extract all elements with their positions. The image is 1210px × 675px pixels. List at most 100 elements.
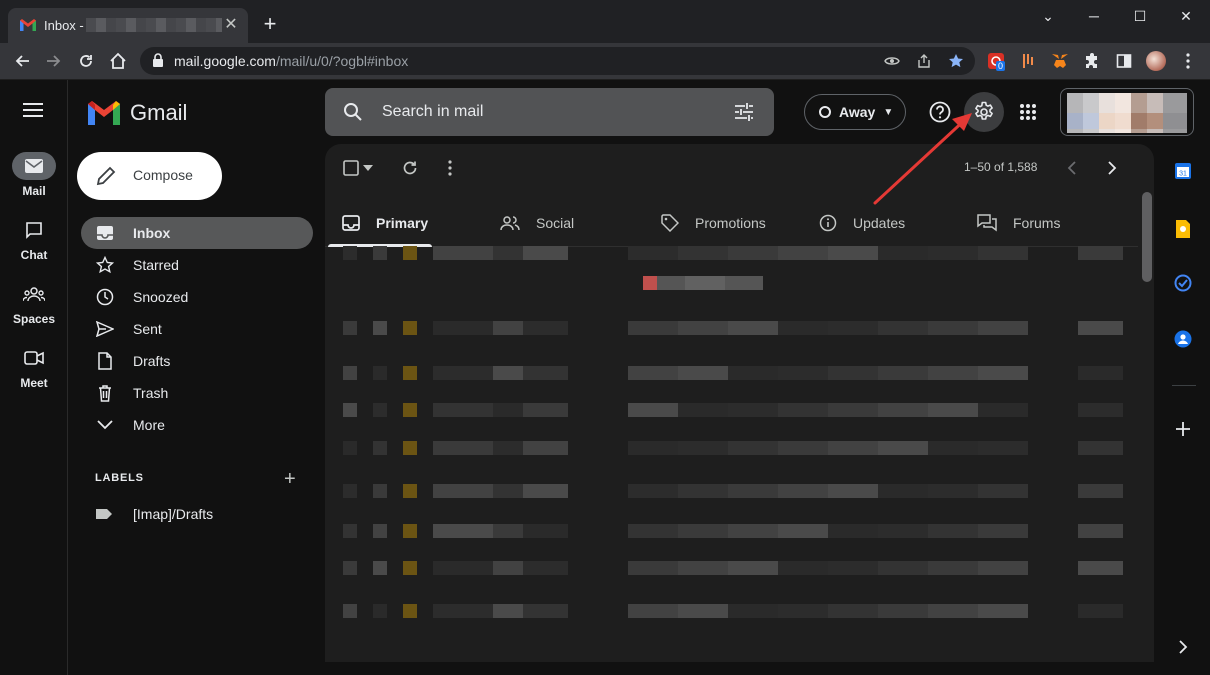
address-bar[interactable]: mail.google.com/mail/u/0/?ogbl#inbox	[140, 47, 975, 75]
metamask-fox-icon[interactable]	[1050, 51, 1070, 71]
redacted-block	[373, 403, 387, 417]
tab-search-icon[interactable]: ⌄	[1026, 6, 1070, 26]
table-row[interactable]	[325, 516, 1138, 546]
email-list-scrollbar[interactable]	[1142, 192, 1152, 662]
search-options-icon[interactable]	[733, 101, 755, 123]
scrollbar-thumb[interactable]	[1142, 192, 1152, 282]
status-dropdown[interactable]: Away ▼	[804, 94, 906, 130]
table-row[interactable]	[325, 313, 1138, 343]
table-row[interactable]	[325, 395, 1138, 425]
select-all-checkbox[interactable]	[341, 158, 361, 178]
contacts-icon[interactable]	[1172, 328, 1194, 350]
redacted-block	[493, 246, 523, 260]
side-panel-icon[interactable]	[1114, 51, 1134, 71]
redacted-block	[878, 604, 928, 618]
inbox-icon	[95, 223, 115, 243]
browser-toolbar: mail.google.com/mail/u/0/?ogbl#inbox 0	[0, 43, 1210, 80]
chrome-menu-icon[interactable]	[1178, 51, 1198, 71]
redacted-block	[978, 366, 1028, 380]
chat-icon	[12, 216, 56, 244]
redacted-block	[373, 246, 387, 260]
close-window-icon[interactable]: ✕	[1164, 6, 1208, 26]
rail-item-meet[interactable]: Meet	[0, 344, 68, 390]
extension-orange-icon[interactable]	[1018, 51, 1038, 71]
rail-item-label: Spaces	[12, 312, 56, 326]
redacted-block	[343, 246, 357, 260]
maximize-icon[interactable]: ☐	[1118, 6, 1162, 26]
home-icon[interactable]	[106, 49, 130, 73]
profile-avatar[interactable]	[1146, 51, 1166, 71]
nav-item-starred[interactable]: Starred	[81, 249, 313, 281]
browser-tab-title: Inbox -	[44, 18, 84, 33]
nav-item-trash[interactable]: Trash	[81, 377, 313, 409]
extension-red-icon[interactable]: 0	[986, 51, 1006, 71]
calendar-icon[interactable]: 31	[1172, 160, 1194, 182]
back-icon[interactable]	[10, 49, 34, 73]
compose-button[interactable]: Compose	[77, 152, 222, 200]
select-dropdown-icon[interactable]	[361, 158, 375, 178]
table-row[interactable]	[325, 596, 1138, 626]
chevron-down-icon	[95, 415, 115, 435]
draft-icon	[95, 351, 115, 371]
more-actions-icon[interactable]	[440, 158, 460, 178]
nav-item-label: Drafts	[133, 353, 171, 369]
add-addon-icon[interactable]	[1172, 418, 1194, 440]
table-row[interactable]	[325, 358, 1138, 388]
reload-icon[interactable]	[74, 49, 98, 73]
redacted-block	[685, 276, 725, 290]
table-row[interactable]	[325, 268, 1138, 298]
redacted-block	[523, 604, 568, 618]
bookmark-star-icon[interactable]	[946, 51, 966, 71]
redacted-block	[728, 403, 778, 417]
table-row[interactable]	[325, 433, 1138, 463]
extensions-puzzle-icon[interactable]	[1082, 51, 1102, 71]
tasks-icon[interactable]	[1172, 272, 1194, 294]
nav-item-inbox[interactable]: Inbox	[81, 217, 313, 249]
browser-tab-inbox[interactable]: Inbox - ✕	[8, 8, 248, 43]
help-button[interactable]	[924, 96, 956, 128]
create-label-button[interactable]: +	[284, 468, 296, 491]
people-icon	[500, 215, 520, 231]
close-tab-icon[interactable]: ✕	[222, 16, 240, 34]
nav-item-drafts[interactable]: Drafts	[81, 345, 313, 377]
redacted-block	[628, 246, 678, 260]
rail-item-mail[interactable]: Mail	[0, 152, 68, 198]
redacted-block	[728, 524, 778, 538]
share-icon[interactable]	[914, 51, 934, 71]
refresh-icon[interactable]	[400, 158, 420, 178]
search-bar[interactable]: Search in mail	[325, 88, 774, 136]
nav-item-more[interactable]: More	[81, 409, 313, 441]
redacted-block	[678, 403, 728, 417]
keep-icon[interactable]	[1172, 218, 1194, 240]
table-row[interactable]	[325, 553, 1138, 583]
forward-icon[interactable]	[42, 49, 66, 73]
table-row[interactable]	[325, 476, 1138, 506]
label-item-imap-drafts[interactable]: [Imap]/Drafts	[95, 506, 213, 522]
table-row[interactable]	[325, 238, 1138, 268]
redacted-block	[523, 366, 568, 380]
redacted-block	[978, 604, 1028, 618]
rail-item-chat[interactable]: Chat	[0, 216, 68, 262]
newer-page-icon[interactable]	[1062, 158, 1082, 178]
redacted-block	[628, 561, 678, 575]
send-icon	[95, 319, 115, 339]
nav-item-sent[interactable]: Sent	[81, 313, 313, 345]
settings-button[interactable]	[964, 92, 1004, 132]
search-input[interactable]: Search in mail	[382, 103, 483, 121]
redacted-block	[403, 441, 417, 455]
minimize-icon[interactable]: ─	[1072, 6, 1116, 26]
new-tab-button[interactable]: +	[258, 12, 282, 36]
redacted-block	[928, 484, 978, 498]
redacted-block	[828, 524, 878, 538]
rail-item-spaces[interactable]: Spaces	[0, 280, 68, 326]
main-menu-icon[interactable]	[22, 102, 44, 123]
eye-tracking-icon[interactable]	[882, 51, 902, 71]
nav-item-label: Starred	[133, 257, 179, 273]
nav-item-snoozed[interactable]: Snoozed	[81, 281, 313, 313]
gmail-logo[interactable]: Gmail	[88, 100, 187, 126]
show-side-panel-icon[interactable]	[1172, 636, 1194, 658]
apps-button[interactable]	[1012, 96, 1044, 128]
older-page-icon[interactable]	[1102, 158, 1122, 178]
meet-icon	[12, 344, 56, 372]
redacted-block	[628, 321, 678, 335]
